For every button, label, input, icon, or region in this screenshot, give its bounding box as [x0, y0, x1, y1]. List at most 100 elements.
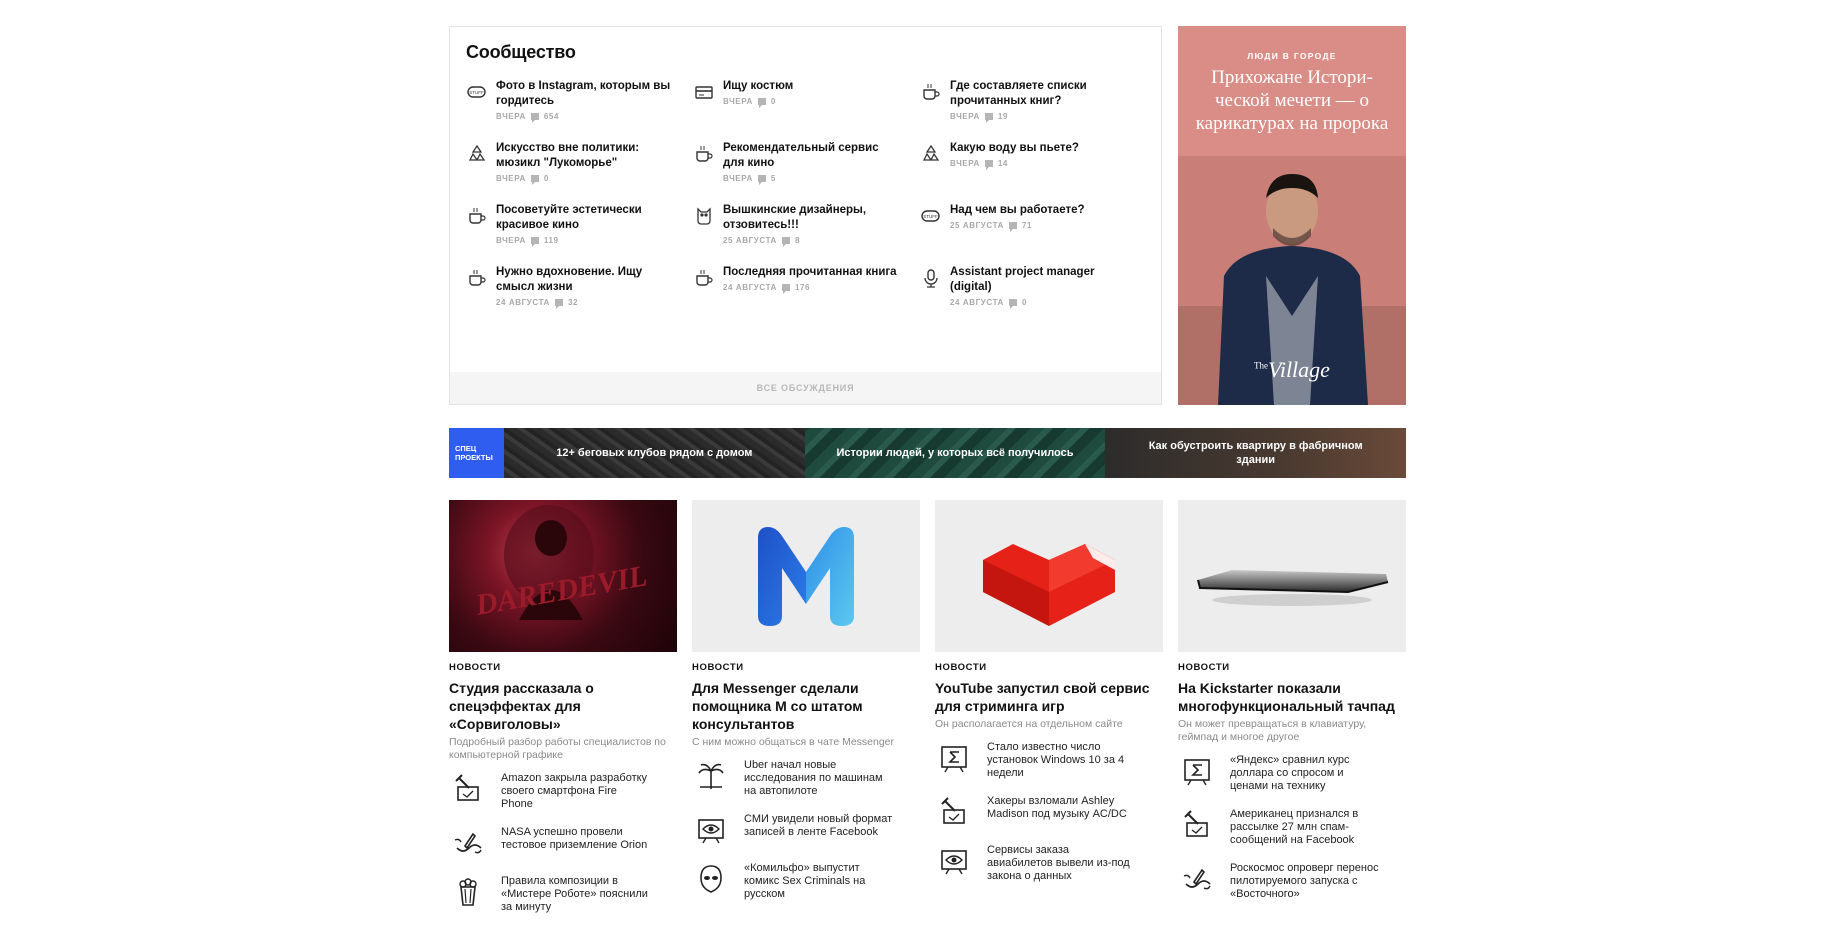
topic-title[interactable]: Нужно вдохновение. Ищу смысл жизни	[496, 265, 671, 295]
topic-item[interactable]: Нужно вдохновение. Ищу смысл жизни 24 ав…	[466, 265, 693, 327]
topic-meta: 24 августа 176	[723, 283, 920, 294]
related-item[interactable]: Хакеры взломали Ashley Madison под музык…	[935, 795, 1163, 829]
topic-item[interactable]: Assistant project manager (digital) 24 а…	[920, 265, 1147, 327]
topic-title[interactable]: Последняя прочитанная книга	[723, 265, 898, 280]
eye-board-icon	[941, 850, 967, 875]
hammer-box-icon	[1184, 810, 1208, 837]
topic-title[interactable]: Искусство вне политики: мюзикл "Лукоморь…	[496, 141, 671, 171]
topic-title[interactable]: Рекомендательный сервис для кино	[723, 141, 898, 171]
recycle-icon	[468, 144, 486, 161]
topic-meta: 24 августа 32	[496, 298, 693, 309]
comment-icon	[530, 237, 539, 247]
topic-item[interactable]: Где составляете списки прочитанных книг?…	[920, 79, 1147, 141]
topic-title[interactable]: Фото в Instagram, которым вы гордитесь	[496, 79, 671, 109]
spec-project-1[interactable]: 12+ беговых клубов рядом с домом	[504, 428, 805, 478]
news-title[interactable]: Студия рассказала о спецэффектах для «Со…	[449, 679, 677, 733]
topic-comments: 32	[567, 298, 579, 307]
news-card: Новости На Kickstarter показали многофун…	[1178, 500, 1406, 916]
coffee-cup-icon	[923, 84, 940, 100]
spec-project-label: 12+ беговых клубов рядом с домом	[556, 447, 753, 459]
news-thumbnail[interactable]	[1178, 500, 1406, 652]
spec-projects-strip: Спец проекты 12+ беговых клубов рядом с …	[449, 428, 1407, 478]
owl-icon	[697, 207, 711, 225]
promo-headline: Прихожане Истори-ческой мечети — о карик…	[1195, 67, 1389, 134]
topic-comments: 5	[770, 174, 776, 183]
related-item[interactable]: Американец признался в рассылке 27 млн с…	[1178, 808, 1406, 847]
related-item[interactable]: Стало известно число установок Windows 1…	[935, 741, 1163, 780]
promo-brand-logo: TheVillage	[1178, 357, 1406, 383]
stuff-icon: STUFF	[467, 86, 486, 98]
news-title[interactable]: Для Messenger сделали помощника M со шта…	[692, 679, 920, 733]
topic-title[interactable]: Где составляете списки прочитанных книг?	[950, 79, 1125, 109]
topic-item[interactable]: Рекомендательный сервис для кино вчера 5	[693, 141, 920, 203]
news-thumbnail[interactable]: DAREDEVIL	[449, 500, 677, 652]
topic-title[interactable]: Ищу костюм	[723, 79, 898, 94]
rocket-splash-icon	[1183, 868, 1211, 890]
related-item[interactable]: «Яндекс» сравнил курс доллара со спросом…	[1178, 754, 1406, 793]
related-item[interactable]: СМИ увидели новый формат записей в ленте…	[692, 813, 920, 847]
svg-text:STUFF: STUFF	[469, 90, 484, 95]
popcorn-icon	[459, 878, 477, 906]
related-item[interactable]: Правила композиции в «Мистере Роботе» по…	[449, 875, 677, 914]
related-text: «Яндекс» сравнил курс доллара со спросом…	[1230, 754, 1350, 792]
related-item[interactable]: Amazon закрыла разработку своего смартфо…	[449, 772, 677, 811]
topic-date: 24 августа	[723, 283, 777, 292]
topic-item[interactable]: Ищу костюм вчера 0	[693, 79, 920, 141]
news-title[interactable]: На Kickstarter показали многофункциональ…	[1178, 679, 1406, 715]
topic-title[interactable]: Посоветуйте эстетически красивое кино	[496, 203, 671, 233]
topic-meta: 25 августа 8	[723, 236, 920, 247]
topic-item[interactable]: STUFF Над чем вы работаете? 25 августа 71	[920, 203, 1147, 265]
coffee-cup-icon	[469, 270, 486, 286]
topic-item[interactable]: Вышкинские дизайнеры, отзовитесь!!! 25 а…	[693, 203, 920, 265]
news-card: Новости YouTube запустил свой сервис для…	[935, 500, 1163, 898]
spec-projects-badge[interactable]: Спец проекты	[449, 428, 504, 478]
news-category[interactable]: Новости	[1178, 662, 1406, 673]
comment-icon	[530, 113, 539, 123]
topic-item[interactable]: STUFF Фото в Instagram, которым вы горди…	[466, 79, 693, 141]
news-title[interactable]: YouTube запустил свой сервис для стримин…	[935, 679, 1163, 715]
topic-date: вчера	[723, 174, 753, 183]
promo-kicker: Люди в городе	[1247, 51, 1337, 61]
topic-title[interactable]: Над чем вы работаете?	[950, 203, 1125, 218]
related-text: Стало известно число установок Windows 1…	[987, 741, 1125, 779]
spec-project-3[interactable]: Как обустроить квартиру в фабричном здан…	[1105, 428, 1407, 478]
news-category[interactable]: Новости	[449, 662, 677, 673]
related-item[interactable]: «Комильфо» выпустит комикс Sex Criminals…	[692, 862, 920, 901]
topic-item[interactable]: Посоветуйте эстетически красивое кино вч…	[466, 203, 693, 265]
related-text: «Комильфо» выпустит комикс Sex Criminals…	[744, 862, 866, 900]
related-item[interactable]: Uber начал новые исследования по машинам…	[692, 759, 920, 798]
hammer-box-icon	[941, 797, 965, 824]
topic-item[interactable]: Какую воду вы пьете? вчера 14	[920, 141, 1147, 203]
news-category[interactable]: Новости	[692, 662, 920, 673]
news-thumbnail[interactable]	[935, 500, 1163, 652]
topic-title[interactable]: Assistant project manager (digital)	[950, 265, 1125, 295]
promo-banner[interactable]: Люди в городе Прихожане Истори-ческой ме…	[1178, 26, 1406, 405]
news-category[interactable]: Новости	[935, 662, 1163, 673]
topic-date: вчера	[950, 112, 980, 121]
topic-item[interactable]: Последняя прочитанная книга 24 августа 17…	[693, 265, 920, 327]
news-lead: С ним можно общаться в чате Messenger	[692, 736, 895, 748]
related-list: Amazon закрыла разработку своего смартфо…	[449, 772, 677, 914]
microphone-icon	[924, 269, 938, 288]
topic-comments: 19	[997, 112, 1008, 121]
topic-comments: 71	[1021, 221, 1033, 230]
all-discussions-link[interactable]: Все обсуждения	[450, 372, 1161, 404]
news-thumbnail[interactable]	[692, 500, 920, 652]
topic-title[interactable]: Вышкинские дизайнеры, отзовитесь!!!	[723, 203, 898, 233]
related-item[interactable]: Сервисы заказа авиабилетов вывели из-под…	[935, 844, 1163, 883]
related-text: NASA успешно провели тестовое приземлени…	[501, 826, 648, 851]
news-lead: Подробный разбор работы специалистов по …	[449, 736, 666, 761]
related-text: СМИ увидели новый формат записей в ленте…	[744, 813, 893, 838]
news-card: Новости Для Messenger сделали помощника …	[692, 500, 920, 916]
spec-project-2[interactable]: Истории людей, у которых всё получилось	[804, 428, 1106, 478]
news-lead: Он может превращаться в клавиатуру, гейм…	[1178, 718, 1367, 743]
related-text: Uber начал новые исследования по машинам…	[744, 759, 883, 797]
news-card: DAREDEVIL Новости Студия рассказала о сп…	[449, 500, 677, 926]
topic-item[interactable]: Искусство вне политики: мюзикл "Лукоморь…	[466, 141, 693, 203]
related-item[interactable]: NASA успешно провели тестовое приземлени…	[449, 826, 677, 860]
related-item[interactable]: Роскосмос опроверг перенос пилотируемого…	[1178, 862, 1406, 901]
topic-title[interactable]: Какую воду вы пьете?	[950, 141, 1125, 156]
community-block: Сообщество STUFF Фото в Instagram, котор…	[449, 26, 1162, 405]
spec-project-label: Как обустроить квартиру в фабричном здан…	[1148, 440, 1363, 466]
related-list: Стало известно число установок Windows 1…	[935, 741, 1163, 883]
